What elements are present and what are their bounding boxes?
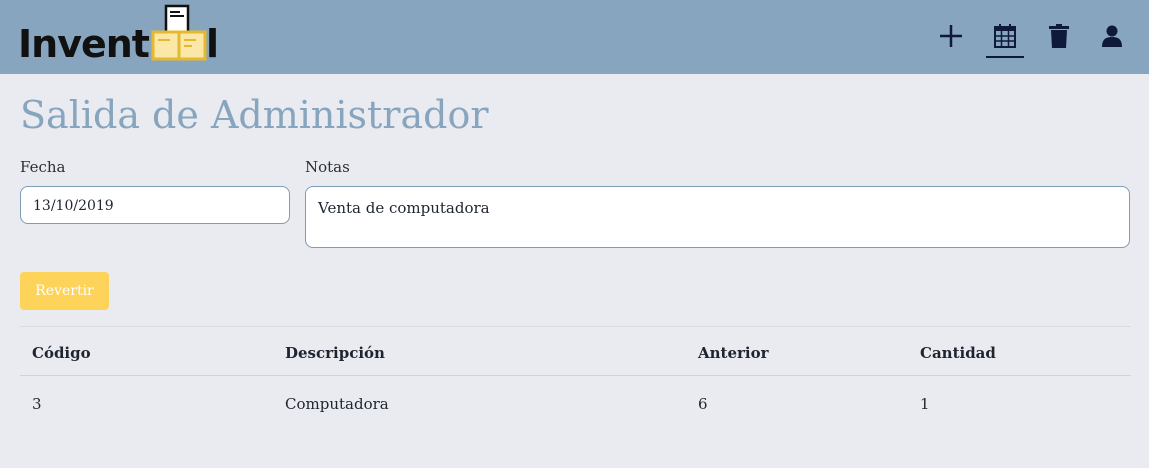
header-anterior: Anterior	[698, 344, 769, 362]
cell-codigo: 3	[32, 395, 42, 413]
cell-descripcion: Computadora	[285, 395, 389, 413]
app-logo[interactable]: Invent l	[18, 4, 220, 66]
user-icon	[1102, 25, 1122, 47]
header-divider	[20, 375, 1131, 376]
active-nav-indicator	[986, 56, 1024, 58]
notas-label: Notas	[305, 158, 350, 176]
navbar: Invent l	[0, 0, 1149, 74]
calendar-button[interactable]	[991, 22, 1019, 50]
trash-icon	[1049, 24, 1069, 48]
plus-icon	[940, 25, 962, 47]
header-cantidad: Cantidad	[920, 344, 996, 362]
table-top-divider	[20, 326, 1131, 327]
fecha-value: 13/10/2019	[33, 198, 114, 214]
cell-cantidad: 1	[920, 395, 930, 413]
logo-text: Invent	[18, 22, 150, 66]
header-codigo: Código	[32, 344, 91, 362]
trash-button[interactable]	[1045, 22, 1073, 50]
header-descripcion: Descripción	[285, 344, 385, 362]
cell-anterior: 6	[698, 395, 708, 413]
fecha-label: Fecha	[20, 158, 66, 176]
user-button[interactable]	[1098, 22, 1126, 50]
calendar-icon	[994, 24, 1016, 48]
page-title: Salida de Administrador	[20, 93, 489, 137]
notas-value: Venta de computadora	[318, 199, 490, 217]
logo-suffix: l	[206, 22, 220, 66]
notas-textarea[interactable]: Venta de computadora	[305, 186, 1130, 248]
add-button[interactable]	[937, 22, 965, 50]
revert-button[interactable]: Revertir	[20, 272, 109, 310]
box-icon	[151, 4, 207, 61]
fecha-input[interactable]: 13/10/2019	[20, 186, 290, 224]
